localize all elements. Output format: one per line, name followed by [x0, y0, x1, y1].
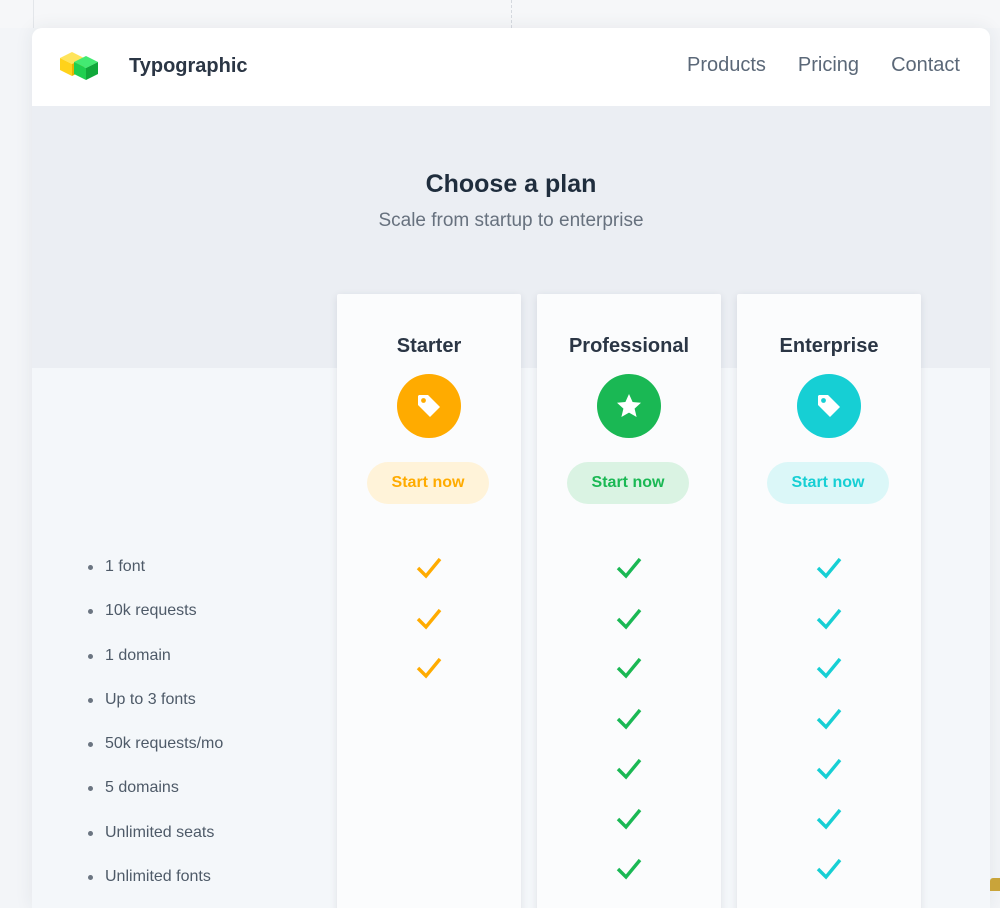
check-icon	[416, 557, 442, 579]
navbar: Typographic Products Pricing Contact	[32, 28, 990, 106]
check-icon	[816, 858, 842, 880]
plan-card-starter: Starter Start now	[337, 294, 521, 908]
nav-link-products[interactable]: Products	[687, 54, 766, 77]
check-icon	[816, 557, 842, 579]
background-divider	[33, 0, 34, 28]
check-icon	[616, 708, 642, 730]
check-icon	[616, 608, 642, 630]
plan-name: Enterprise	[779, 335, 879, 357]
feature-item: 5 domains	[88, 777, 223, 821]
nav-link-contact[interactable]: Contact	[891, 54, 960, 77]
plan-name: Starter	[396, 335, 462, 357]
page-frame: Typographic Products Pricing Contact Cho…	[32, 28, 990, 908]
check-icon	[616, 858, 642, 880]
nav-links: Products Pricing Contact	[687, 54, 960, 77]
check-icon	[816, 808, 842, 830]
tag-icon	[397, 374, 461, 438]
feature-item: Unlimited fonts	[88, 866, 223, 908]
background-top-strip	[0, 0, 1000, 28]
check-icon	[816, 608, 842, 630]
check-icon	[616, 808, 642, 830]
feature-list: 1 font 10k requests 1 domain Up to 3 fon…	[88, 556, 223, 908]
check-icon	[616, 758, 642, 780]
check-icon	[416, 657, 442, 679]
page-subtitle: Scale from startup to enterprise	[378, 210, 644, 231]
check-icon	[816, 708, 842, 730]
feature-item: 1 font	[88, 556, 223, 600]
start-now-button-professional[interactable]: Start now	[567, 462, 689, 504]
feature-item: Unlimited seats	[88, 822, 223, 866]
check-icon	[616, 557, 642, 579]
feature-item: 10k requests	[88, 600, 223, 644]
check-icon	[816, 758, 842, 780]
plan-card-professional: Professional Start now	[537, 294, 721, 908]
check-icon	[616, 657, 642, 679]
edge-chip	[990, 878, 1000, 891]
plan-card-enterprise: Enterprise Start now	[737, 294, 921, 908]
plan-name: Professional	[568, 335, 690, 357]
brand-name[interactable]: Typographic	[129, 55, 248, 78]
feature-item: Up to 3 fonts	[88, 689, 223, 733]
start-now-button-starter[interactable]: Start now	[367, 462, 489, 504]
nav-link-pricing[interactable]: Pricing	[798, 54, 859, 77]
feature-item: 1 domain	[88, 645, 223, 689]
background-dashed-guide	[511, 0, 512, 28]
star-icon	[597, 374, 661, 438]
page-title: Choose a plan	[425, 170, 597, 198]
start-now-button-enterprise[interactable]: Start now	[767, 462, 889, 504]
typographic-logo-icon[interactable]	[58, 49, 102, 85]
check-icon	[416, 608, 442, 630]
feature-item: 50k requests/mo	[88, 733, 223, 777]
tag-icon	[797, 374, 861, 438]
check-icon	[816, 657, 842, 679]
